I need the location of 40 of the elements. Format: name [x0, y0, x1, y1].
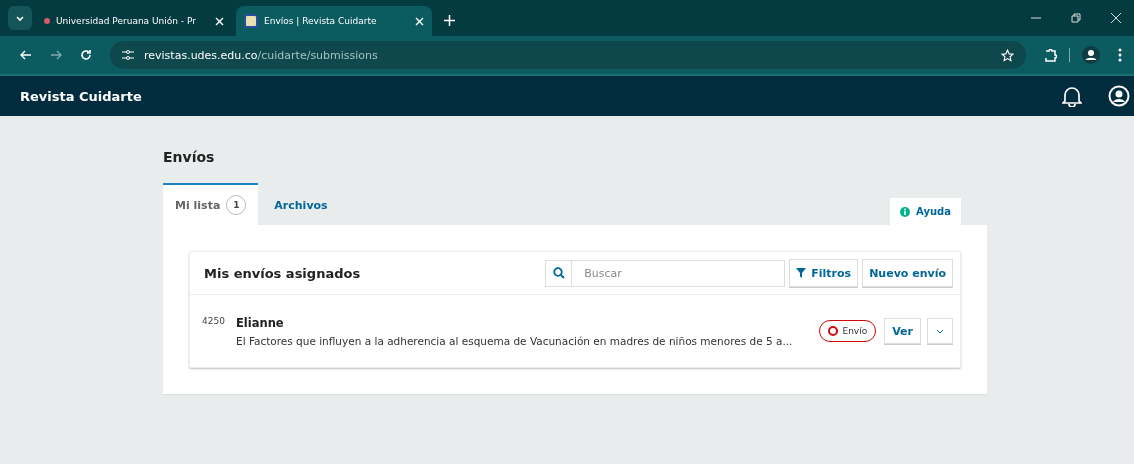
- favicon-icon: [44, 18, 50, 24]
- chevron-down-icon: [936, 328, 944, 334]
- new-tab-icon[interactable]: [444, 15, 455, 26]
- browser-tab[interactable]: Universidad Peruana Unión - Pr: [36, 6, 232, 36]
- reload-icon[interactable]: [80, 49, 92, 61]
- user-icon[interactable]: [1108, 85, 1130, 107]
- filter-icon: [796, 268, 807, 278]
- filters-button[interactable]: Filtros: [789, 259, 859, 287]
- page-tab[interactable]: Mi lista 1: [163, 183, 259, 225]
- list-title: Mis envíos asignados: [204, 265, 361, 281]
- search-icon[interactable]: [545, 259, 573, 287]
- address-bar[interactable]: revistas.udes.edu.co/cuidarte/submissions: [110, 41, 1026, 69]
- back-icon[interactable]: [20, 49, 32, 61]
- view-button[interactable]: Ver: [884, 318, 921, 344]
- submission-id: 4250: [202, 316, 226, 326]
- close-icon[interactable]: [1111, 13, 1121, 23]
- url-text: revistas.udes.edu.co/cuidarte/submissions: [144, 48, 378, 62]
- chevron-down-icon: [15, 13, 25, 23]
- search-field[interactable]: Buscar: [572, 259, 786, 287]
- browser-tab[interactable]: Envíos | Revista Cuidarte: [236, 6, 432, 36]
- tab-title: Universidad Peruana Unión - Pr: [56, 16, 197, 26]
- tab-title: Envíos | Revista Cuidarte: [264, 16, 378, 26]
- author-name: Elianne: [236, 315, 285, 330]
- bell-icon[interactable]: [1062, 85, 1082, 107]
- submission-title: El Factores que influyen a la adherencia al esquema de Vacunación en madres de niños menores de 5 a...: [236, 334, 793, 347]
- site-settings-icon[interactable]: [122, 50, 134, 60]
- help-tab[interactable]: Ayuda: [890, 198, 961, 225]
- page-title: Envíos: [163, 148, 216, 167]
- forward-icon[interactable]: [50, 49, 62, 61]
- info-icon: [900, 206, 911, 217]
- menu-icon[interactable]: [1118, 48, 1122, 62]
- page-tab[interactable]: Archivos: [258, 183, 344, 225]
- star-icon[interactable]: [1001, 48, 1014, 62]
- tab-search-button[interactable]: [8, 6, 32, 30]
- favicon-icon: [244, 14, 258, 28]
- new-submission-button[interactable]: Nuevo envío: [862, 259, 953, 287]
- profile-icon[interactable]: [1082, 46, 1100, 64]
- puzzle-icon[interactable]: [1044, 48, 1057, 62]
- restore-icon[interactable]: [1071, 13, 1081, 23]
- site-title[interactable]: Revista Cuidarte: [20, 88, 142, 104]
